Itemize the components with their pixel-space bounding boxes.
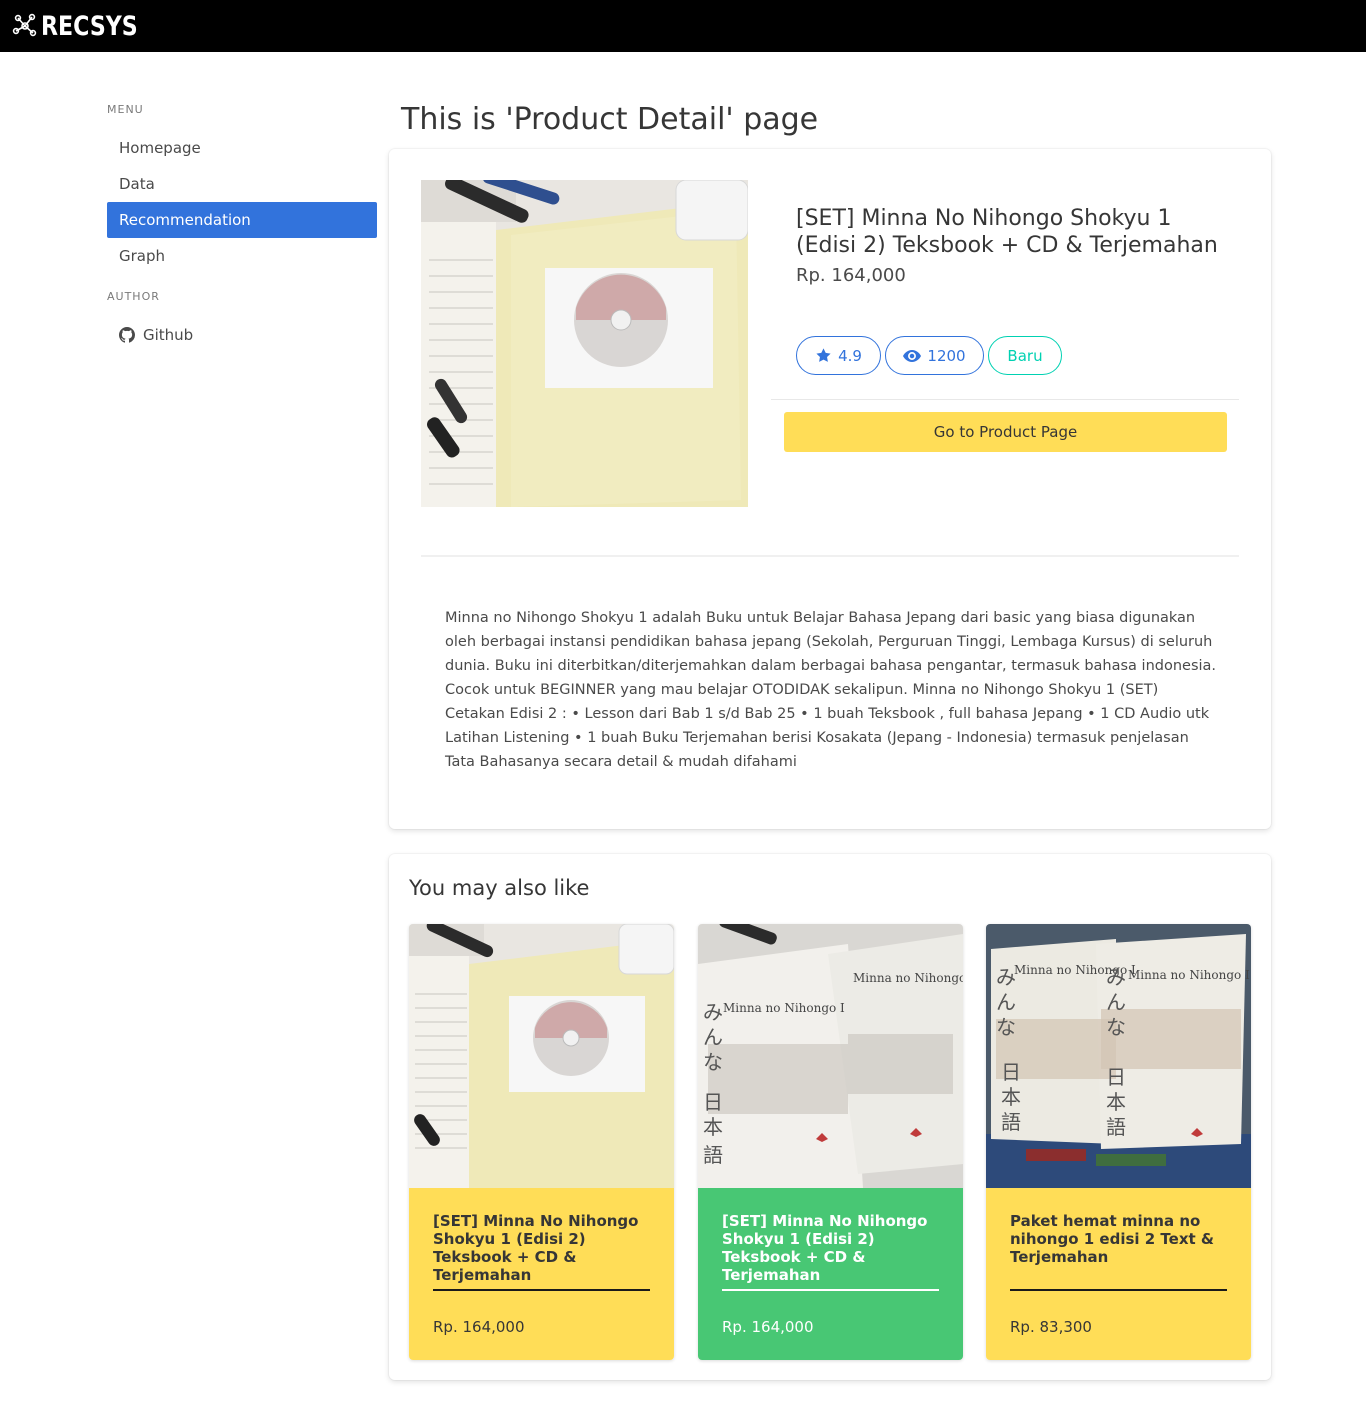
svg-text:な: な — [996, 1015, 1016, 1039]
svg-text:な: な — [1106, 1015, 1126, 1039]
product-title: [SET] Minna No Nihongo Shokyu 1 (Edisi 2… — [796, 206, 1218, 258]
svg-text:本: 本 — [1001, 1085, 1021, 1109]
recommendation-item[interactable]: Minna no Nihongo I Minna no Nihongo I みん… — [698, 924, 963, 1360]
product-description: Minna no Nihongo Shokyu 1 adalah Buku un… — [445, 610, 1217, 770]
svg-text:語: 語 — [703, 1143, 723, 1167]
svg-text:ん: ん — [1106, 990, 1126, 1014]
recommendation-image: Minna no Nihongo I Minna no Nihongo I みん… — [698, 924, 963, 1188]
brand-logo[interactable]: RECSYS — [12, 10, 159, 42]
recommendation-title: Paket hemat minna no nihongo 1 edisi 2 T… — [1010, 1212, 1214, 1266]
sidebar-item-graph[interactable]: Graph — [107, 238, 377, 274]
author-section-label: AUTHOR — [107, 290, 160, 303]
sidebar-item-recommendation[interactable]: Recommendation — [107, 202, 377, 238]
recommendation-price: Rp. 164,000 — [433, 1318, 525, 1336]
svg-text:み: み — [996, 965, 1016, 989]
go-to-product-button[interactable]: Go to Product Page — [784, 412, 1227, 452]
recommendations-card: You may also like [SET] Minna No Nihongo… — [389, 854, 1271, 1380]
recommendation-info: Paket hemat minna no nihongo 1 edisi 2 T… — [986, 1188, 1251, 1360]
product-tags: 4.9 1200 Baru — [796, 336, 1062, 375]
svg-text:本: 本 — [703, 1115, 723, 1139]
svg-text:日: 日 — [703, 1090, 723, 1114]
recommendation-item[interactable]: [SET] Minna No Nihongo Shokyu 1 (Edisi 2… — [409, 924, 674, 1360]
github-label: Github — [143, 326, 194, 344]
condition-tag: Baru — [988, 336, 1062, 375]
brand-name: RECSYS — [41, 10, 138, 42]
svg-text:本: 本 — [1106, 1090, 1126, 1114]
menu-section-label: MENU — [107, 103, 144, 116]
divider — [771, 399, 1239, 400]
product-image — [421, 180, 748, 507]
svg-text:語: 語 — [1001, 1110, 1021, 1134]
svg-text:Minna no Nihongo I: Minna no Nihongo I — [1128, 968, 1250, 982]
svg-text:み: み — [1106, 965, 1126, 989]
svg-text:ん: ん — [996, 990, 1016, 1014]
rating-tag: 4.9 — [796, 336, 881, 375]
recommendation-info: [SET] Minna No Nihongo Shokyu 1 (Edisi 2… — [698, 1188, 963, 1360]
divider — [421, 555, 1239, 557]
github-icon — [119, 327, 135, 343]
recommendation-image — [409, 924, 674, 1188]
views-value: 1200 — [927, 346, 966, 365]
sidebar-menu: MENU Homepage Data Recommendation Graph … — [107, 102, 377, 353]
recommendation-title: [SET] Minna No Nihongo Shokyu 1 (Edisi 2… — [433, 1212, 639, 1284]
top-navbar: RECSYS — [0, 0, 1366, 52]
recommendation-price: Rp. 83,300 — [1010, 1318, 1092, 1336]
recommendation-image: Minna no Nihongo I Minna no Nihongo I みん… — [986, 924, 1251, 1188]
svg-text:な: な — [703, 1050, 723, 1074]
sidebar-item-homepage[interactable]: Homepage — [107, 130, 377, 166]
star-icon — [816, 348, 831, 362]
recommendation-price: Rp. 164,000 — [722, 1318, 814, 1336]
rating-value: 4.9 — [838, 346, 862, 365]
recommendation-item[interactable]: Minna no Nihongo I Minna no Nihongo I みん… — [986, 924, 1251, 1360]
eye-icon — [903, 349, 922, 362]
views-tag: 1200 — [885, 336, 984, 375]
svg-text:Minna no Nihongo I: Minna no Nihongo I — [723, 1001, 845, 1015]
svg-text:語: 語 — [1106, 1115, 1126, 1139]
product-detail-card: [SET] Minna No Nihongo Shokyu 1 (Edisi 2… — [389, 149, 1271, 829]
divider — [1010, 1289, 1227, 1291]
sidebar-item-data[interactable]: Data — [107, 166, 377, 202]
page-title: This is 'Product Detail' page — [401, 102, 819, 137]
recommendation-title: [SET] Minna No Nihongo Shokyu 1 (Edisi 2… — [722, 1212, 928, 1284]
svg-text:Minna no Nihongo I: Minna no Nihongo I — [853, 971, 963, 985]
network-icon — [12, 13, 37, 37]
menu-list: Homepage Data Recommendation Graph — [107, 130, 377, 274]
divider — [433, 1289, 650, 1291]
svg-text:日: 日 — [1001, 1060, 1021, 1084]
sidebar-item-github[interactable]: Github — [107, 317, 377, 353]
svg-text:み: み — [703, 1000, 723, 1024]
recommendations-title: You may also like — [409, 876, 590, 900]
product-price: Rp. 164,000 — [796, 265, 906, 286]
recommendation-info: [SET] Minna No Nihongo Shokyu 1 (Edisi 2… — [409, 1188, 674, 1360]
svg-text:日: 日 — [1106, 1065, 1126, 1089]
svg-text:ん: ん — [703, 1025, 723, 1049]
divider — [722, 1289, 939, 1291]
